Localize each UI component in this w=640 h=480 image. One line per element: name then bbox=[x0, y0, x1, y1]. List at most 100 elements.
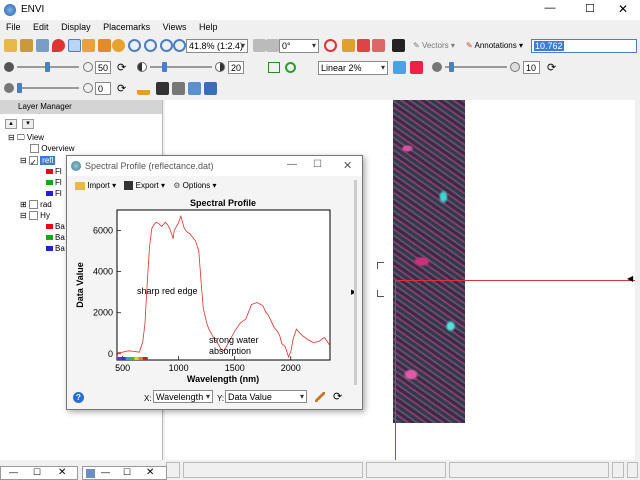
min2-close-icon[interactable]: ✕ bbox=[146, 467, 154, 478]
sharpen-thumb[interactable] bbox=[449, 62, 454, 72]
refl-checkbox[interactable]: ✓ bbox=[28, 156, 38, 167]
spectral-close-button[interactable]: ✕ bbox=[343, 159, 352, 172]
minimize-button[interactable]: — bbox=[540, 2, 560, 18]
placemark-icon[interactable] bbox=[52, 39, 65, 52]
crosshair-icon[interactable] bbox=[324, 39, 337, 52]
data-manager-icon[interactable] bbox=[20, 39, 33, 52]
export-menu[interactable]: Export ▾ bbox=[124, 181, 165, 191]
tree-hy[interactable]: ⊟ Hy bbox=[20, 210, 50, 221]
zoom-in-icon[interactable] bbox=[144, 39, 157, 52]
contrast-thumb[interactable] bbox=[162, 62, 167, 72]
tree-band-red[interactable]: Fl bbox=[44, 166, 62, 177]
zoom-tool-icon[interactable] bbox=[128, 39, 141, 52]
transparency-thumb[interactable] bbox=[17, 83, 22, 93]
stretch-refresh-icon[interactable] bbox=[410, 61, 423, 74]
tree-band-blue[interactable]: Fl bbox=[44, 188, 62, 199]
x-axis-select[interactable]: Wavelength bbox=[153, 390, 213, 403]
min2-restore-icon[interactable]: ☐ bbox=[123, 467, 131, 478]
tree-overview[interactable]: Overview bbox=[30, 143, 75, 154]
min1-close-icon[interactable]: ✕ bbox=[58, 467, 66, 478]
rotation-select[interactable]: 0° bbox=[279, 39, 319, 53]
menu-views[interactable]: Views bbox=[163, 22, 187, 32]
select-arrow-icon[interactable] bbox=[68, 39, 81, 52]
annotations-menu[interactable]: ✎ Annotations ▾ bbox=[466, 41, 523, 50]
min1-restore-icon[interactable]: ☐ bbox=[33, 467, 41, 478]
zoom-full-icon[interactable] bbox=[173, 39, 186, 52]
layer-swap-icon[interactable] bbox=[204, 82, 217, 95]
min1-minimize-icon[interactable]: — bbox=[9, 467, 18, 477]
brightness-input[interactable]: 50 bbox=[95, 61, 111, 74]
transparency-slider[interactable] bbox=[17, 87, 79, 89]
rotate-icon[interactable] bbox=[112, 39, 125, 52]
expand-all-button[interactable]: ▴ bbox=[5, 119, 17, 129]
min2-minimize-icon[interactable]: — bbox=[101, 467, 110, 477]
menu-placemarks[interactable]: Placemarks bbox=[103, 22, 150, 32]
rad-checkbox[interactable] bbox=[28, 200, 38, 210]
open-icon[interactable] bbox=[4, 39, 17, 52]
maximize-button[interactable]: ☐ bbox=[580, 2, 600, 18]
pan-hand-icon[interactable] bbox=[82, 39, 95, 52]
cursor-value-icon[interactable] bbox=[342, 39, 355, 52]
pen-icon[interactable] bbox=[315, 392, 325, 402]
close-button[interactable]: ✕ bbox=[613, 2, 633, 18]
sharpen-slider[interactable] bbox=[445, 66, 507, 68]
minimized-window-2[interactable]: — ☐ ✕ bbox=[82, 466, 167, 480]
spectral-window-title: Spectral Profile (reflectance.dat) bbox=[85, 161, 214, 171]
spectral-icon[interactable] bbox=[392, 39, 405, 52]
menu-display[interactable]: Display bbox=[61, 22, 91, 32]
collapse-all-button[interactable]: ▾ bbox=[22, 119, 34, 129]
tree-band-green[interactable]: Fl bbox=[44, 177, 62, 188]
tree-band-b3[interactable]: Ba bbox=[44, 243, 65, 254]
sharpen-reset-icon[interactable]: ⟳ bbox=[547, 61, 556, 74]
help-icon[interactable]: ? bbox=[73, 392, 84, 403]
histogram-icon[interactable] bbox=[137, 82, 150, 95]
stretch-reset-icon[interactable] bbox=[393, 61, 406, 74]
options-menu[interactable]: ⚙ Options ▾ bbox=[173, 181, 216, 190]
tree-band-b1[interactable]: Ba bbox=[44, 221, 65, 232]
layer-down-icon[interactable] bbox=[172, 82, 185, 95]
minimized-window-1[interactable]: — ☐ ✕ bbox=[0, 466, 78, 480]
layer-manager-icon[interactable] bbox=[36, 39, 49, 52]
tree-rad[interactable]: ⊞ rad bbox=[20, 199, 52, 210]
spectral-maximize-button[interactable]: ☐ bbox=[313, 159, 322, 170]
spectral-minimize-button[interactable]: — bbox=[287, 159, 297, 170]
refresh-icon[interactable]: ⟳ bbox=[333, 390, 342, 403]
tree-view[interactable]: ⊟ 🖵 View bbox=[8, 132, 44, 143]
spectral-chart[interactable]: Spectral Profile Wavelength (nm) Data Va… bbox=[73, 194, 356, 394]
tree-band-b3-label: Ba bbox=[55, 244, 65, 253]
right-panel-toggle-icon[interactable]: ◀ bbox=[627, 274, 633, 283]
overview-checkbox[interactable] bbox=[30, 144, 39, 154]
contrast-input[interactable]: 20 bbox=[228, 61, 244, 74]
menu-file[interactable]: File bbox=[6, 22, 21, 32]
pixel-locator-icon[interactable] bbox=[357, 39, 370, 52]
hy-checkbox[interactable] bbox=[28, 211, 38, 221]
rotate-green-icon[interactable] bbox=[285, 62, 296, 73]
transparency-input[interactable]: 0 bbox=[95, 82, 111, 95]
measure-icon[interactable] bbox=[372, 39, 385, 52]
chip-icon[interactable] bbox=[268, 62, 280, 73]
tree-band-b2[interactable]: Ba bbox=[44, 232, 65, 243]
y-axis-select[interactable]: Data Value bbox=[225, 390, 307, 403]
tree-refl[interactable]: ⊟ ✓ refl bbox=[20, 155, 56, 167]
zoom-select[interactable]: 41.8% (1:2.4) bbox=[186, 39, 248, 53]
zoom-out-icon[interactable] bbox=[160, 39, 173, 52]
brightness-reset-icon[interactable]: ⟳ bbox=[117, 61, 126, 74]
brightness-thumb[interactable] bbox=[45, 62, 50, 72]
layer-up-icon[interactable] bbox=[188, 82, 201, 95]
spectral-scrollbar[interactable] bbox=[354, 180, 357, 385]
stretch-select[interactable]: Linear 2% bbox=[318, 61, 388, 75]
transparency-reset-icon[interactable]: ⟳ bbox=[117, 82, 126, 95]
vectors-menu[interactable]: ✎ Vectors ▾ bbox=[413, 41, 455, 50]
menu-help[interactable]: Help bbox=[199, 22, 218, 32]
edge-icon[interactable] bbox=[156, 82, 169, 95]
search-field[interactable]: 10.762 bbox=[531, 39, 637, 53]
rotate-cw-icon[interactable] bbox=[266, 39, 279, 52]
fly-icon[interactable] bbox=[98, 39, 111, 52]
contrast-slider[interactable] bbox=[150, 66, 212, 68]
rotate-ccw-icon[interactable] bbox=[253, 39, 266, 52]
sharpen-input[interactable]: 10 bbox=[523, 61, 540, 74]
raster-image[interactable] bbox=[393, 100, 465, 423]
options-label: Options bbox=[182, 181, 211, 190]
import-menu[interactable]: Import ▾ bbox=[75, 181, 116, 190]
menu-edit[interactable]: Edit bbox=[33, 22, 49, 32]
